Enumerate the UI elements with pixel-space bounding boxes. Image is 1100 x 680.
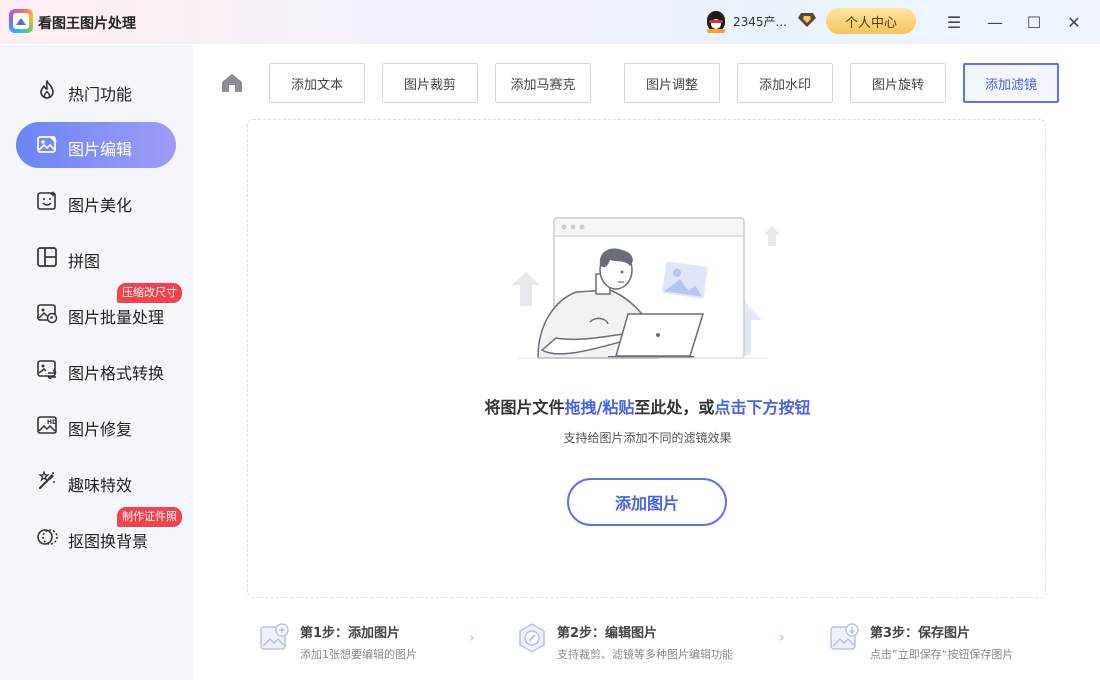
app-logo-icon <box>9 9 33 33</box>
sidebar-item-image-beautify[interactable]: 图片美化 <box>16 178 176 224</box>
tab-add-filter[interactable]: 添加滤镜 <box>963 63 1059 103</box>
step-title: 第1步：添加图片 <box>300 626 401 641</box>
sidebar-item-label: 图片批量处理 <box>68 308 165 327</box>
vip-diamond-icon[interactable] <box>797 12 817 28</box>
image-edit-icon <box>37 136 57 153</box>
sidebar-item-label: 拼图 <box>68 252 101 271</box>
tab-image-crop[interactable]: 图片裁剪 <box>382 63 478 103</box>
sidebar-item-label: 趣味特效 <box>68 476 133 495</box>
step-description: 点击”立即保存“按钮保存图片 <box>870 648 1014 661</box>
sidebar-item-label: 图片格式转换 <box>68 364 165 383</box>
sidebar-item-collage[interactable]: 拼图 <box>16 234 176 280</box>
title-bar: 看图王图片处理 2345产... 个人中心 ☰ — ☐ ✕ <box>0 0 1100 44</box>
tab-add-text[interactable]: 添加文本 <box>269 63 365 103</box>
sidebar-item-label: 图片美化 <box>68 196 133 215</box>
app-title: 看图王图片处理 <box>38 16 136 32</box>
badge-id-photo: 制作证件照 <box>117 507 182 527</box>
user-center-button[interactable]: 个人中心 <box>826 8 916 34</box>
sidebar-item-label: 抠图换背景 <box>68 532 149 551</box>
home-icon[interactable] <box>220 71 244 95</box>
drop-instruction: 将图片文件拖拽/粘贴至此处，或点击下方按钮 <box>484 398 811 417</box>
drop-subtext: 支持给图片添加不同的滤镜效果 <box>563 431 732 445</box>
tab-add-mosaic[interactable]: 添加马赛克 <box>495 63 591 103</box>
drop-zone[interactable]: 将图片文件拖拽/粘贴至此处，或点击下方按钮 支持给图片添加不同的滤镜效果 添加图… <box>247 119 1046 598</box>
image-beautify-icon <box>37 191 56 210</box>
tab-image-adjust[interactable]: 图片调整 <box>624 63 720 103</box>
sidebar-item-fun-effects[interactable]: 趣味特效 <box>16 458 176 504</box>
upload-illustration <box>512 217 780 359</box>
tab-image-rotate[interactable]: 图片旋转 <box>850 63 946 103</box>
tab-add-watermark[interactable]: 添加水印 <box>737 63 833 103</box>
menu-button[interactable]: ☰ <box>940 8 968 36</box>
format-convert-icon <box>37 360 57 380</box>
hd-repair-icon: HD <box>37 416 57 434</box>
batch-image-icon <box>37 304 58 324</box>
maximize-button[interactable]: ☐ <box>1020 8 1048 36</box>
sidebar-item-hot-features[interactable]: 热门功能 <box>16 67 176 113</box>
username[interactable]: 2345产... <box>733 13 787 30</box>
sidebar-item-image-repair[interactable]: HD 图片修复 <box>16 402 176 448</box>
step-description: 添加1张想要编辑的图片 <box>300 648 417 661</box>
qq-avatar-icon[interactable] <box>705 9 727 33</box>
step-title: 第3步：保存图片 <box>870 626 971 641</box>
edit-image-step-icon <box>519 623 545 653</box>
step-arrow-icon: › <box>779 630 785 646</box>
save-image-step-icon <box>830 623 859 650</box>
close-button[interactable]: ✕ <box>1060 8 1088 36</box>
flame-icon <box>40 80 54 99</box>
minimize-button[interactable]: — <box>981 8 1009 36</box>
sidebar-item-format-convert[interactable]: 图片格式转换 <box>16 346 176 392</box>
magic-wand-icon <box>38 470 55 489</box>
badge-compress-resize: 压缩改尺寸 <box>117 283 182 303</box>
sidebar-item-label: 图片修复 <box>68 420 133 439</box>
sidebar: 热门功能 图片编辑 图片美化 拼图 图片批量处理 图片格式转换 HD 图片修复 … <box>0 45 193 680</box>
sidebar-item-image-edit[interactable]: 图片编辑 <box>16 122 176 168</box>
add-image-step-icon <box>260 623 289 650</box>
step-description: 支持裁剪、滤镜等多种图片编辑功能 <box>557 648 733 661</box>
step-arrow-icon: › <box>469 630 475 646</box>
add-image-button[interactable]: 添加图片 <box>567 478 727 526</box>
sidebar-item-label: 图片编辑 <box>68 140 133 159</box>
collage-icon <box>37 247 57 267</box>
cutout-icon <box>37 529 58 545</box>
svg-text:HD: HD <box>47 419 57 426</box>
step-title: 第2步：编辑图片 <box>557 626 658 641</box>
sidebar-item-label: 热门功能 <box>68 85 133 104</box>
